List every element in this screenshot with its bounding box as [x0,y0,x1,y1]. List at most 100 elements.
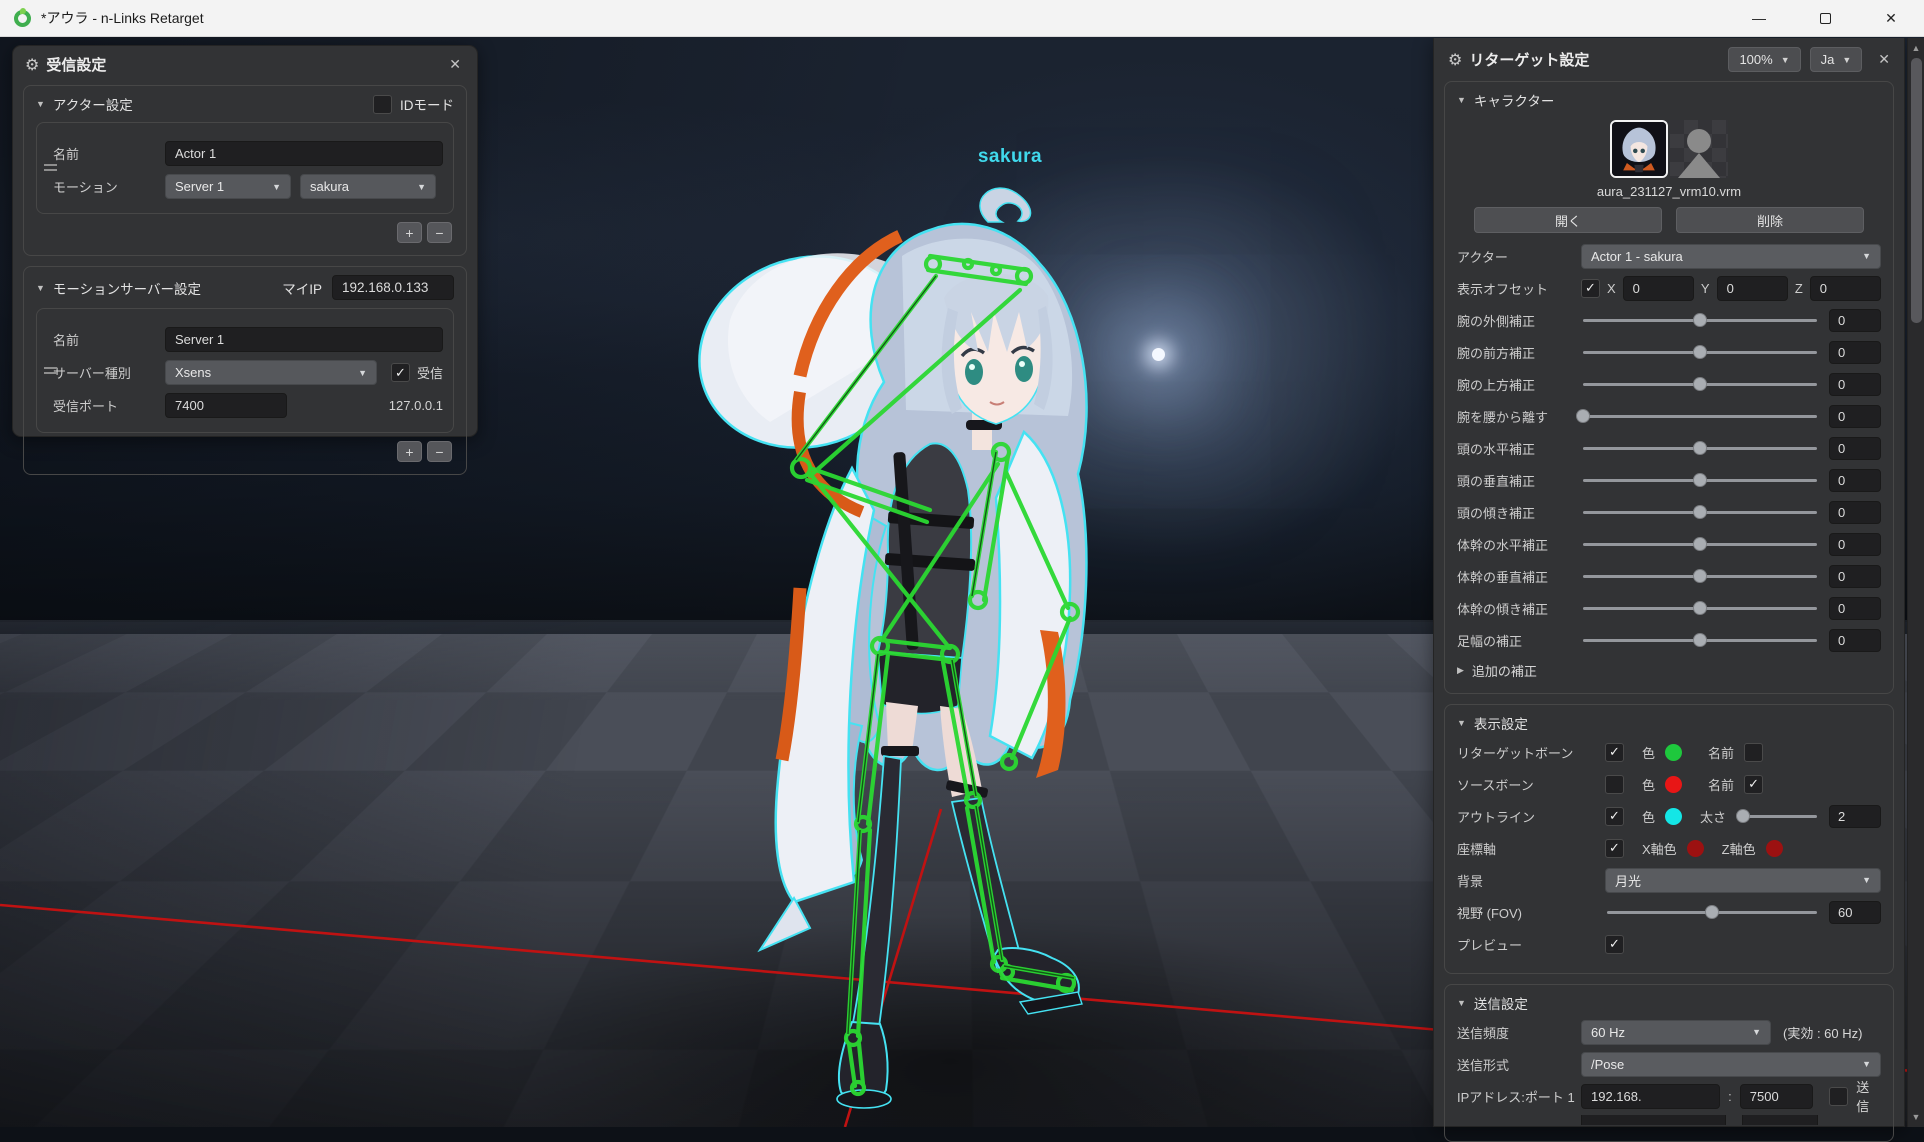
slider-handle[interactable] [1693,377,1707,391]
character-thumbnail-selected[interactable] [1610,120,1668,178]
slider-handle[interactable] [1693,633,1707,647]
port-input[interactable]: 7500 [1740,1084,1813,1109]
slider-value[interactable]: 0 [1829,501,1881,524]
scroll-down-icon[interactable]: ▼ [1912,1107,1921,1127]
slider-handle[interactable] [1693,537,1707,551]
collapse-icon[interactable]: ▼ [36,99,45,109]
minimize-button[interactable]: — [1726,0,1792,36]
collapse-icon[interactable]: ▼ [1457,95,1466,105]
source-bone-color-swatch[interactable] [1665,776,1682,793]
slider-handle[interactable] [1693,313,1707,327]
my-ip-input[interactable]: 192.168.0.133 [332,275,454,300]
fov-value[interactable]: 60 [1829,901,1881,924]
fov-slider[interactable] [1605,901,1819,923]
slider-handle[interactable] [1693,569,1707,583]
collapse-icon[interactable]: ▼ [36,283,45,293]
outline-thickness-value[interactable]: 2 [1829,805,1881,828]
background-dropdown[interactable]: 月光 ▼ [1605,868,1881,893]
zoom-dropdown[interactable]: 100%▼ [1728,47,1800,72]
open-button[interactable]: 開く [1474,207,1662,233]
send-checkbox[interactable] [1829,1087,1848,1106]
send-format-dropdown[interactable]: /Pose ▼ [1581,1052,1881,1077]
receive-panel-close-icon[interactable]: ✕ [445,56,465,73]
id-mode-checkbox[interactable] [373,95,392,114]
retarget-bone-color-swatch[interactable] [1665,744,1682,761]
server-name-input[interactable]: Server 1 [165,327,443,352]
correction-slider[interactable] [1581,309,1819,331]
z-axis-color-swatch[interactable] [1766,840,1783,857]
character-thumbnail-empty[interactable] [1670,120,1728,178]
slider-value[interactable]: 0 [1829,405,1881,428]
collapse-icon[interactable]: ▼ [1457,998,1466,1008]
remove-actor-button[interactable]: − [427,222,452,243]
add-actor-button[interactable]: + [397,222,422,243]
retarget-panel-close-icon[interactable]: ✕ [1874,51,1894,68]
outline-color-swatch[interactable] [1665,808,1682,825]
preview-checkbox[interactable]: ✓ [1605,935,1624,954]
slider-value[interactable]: 0 [1829,309,1881,332]
slider-value[interactable]: 0 [1829,341,1881,364]
axes-checkbox[interactable]: ✓ [1605,839,1624,858]
slider-value[interactable]: 0 [1829,373,1881,396]
motion-actor-dropdown[interactable]: sakura ▼ [300,174,436,199]
slider-value[interactable]: 0 [1829,437,1881,460]
slider-handle[interactable] [1576,409,1590,423]
panel-scrollbar[interactable]: ▲ ▼ [1907,38,1924,1127]
retarget-bone-checkbox[interactable]: ✓ [1605,743,1624,762]
delete-button[interactable]: 削除 [1676,207,1864,233]
slider-value[interactable]: 0 [1829,597,1881,620]
slider-value[interactable]: 0 [1829,533,1881,556]
maximize-button[interactable] [1792,0,1858,36]
slider-handle[interactable] [1693,345,1707,359]
receive-checkbox[interactable]: ✓ [391,363,410,382]
slider-value[interactable]: 0 [1829,565,1881,588]
slider-value[interactable]: 0 [1829,469,1881,492]
actor-name-input[interactable]: Actor 1 [165,141,443,166]
slider-handle[interactable] [1693,601,1707,615]
correction-slider[interactable] [1581,629,1819,651]
correction-slider[interactable] [1581,437,1819,459]
offset-y-input[interactable]: 0 [1717,276,1788,301]
scroll-up-icon[interactable]: ▲ [1912,38,1921,58]
ip-address-input[interactable]: 192.168. [1581,1084,1720,1109]
correction-slider[interactable] [1581,501,1819,523]
correction-slider[interactable] [1581,597,1819,619]
source-bone-checkbox[interactable] [1605,775,1624,794]
id-mode-label: IDモード [400,94,454,114]
slider-handle[interactable] [1693,505,1707,519]
outline-thickness-slider[interactable] [1736,805,1819,827]
outline-checkbox[interactable]: ✓ [1605,807,1624,826]
correction-slider[interactable] [1581,405,1819,427]
remove-server-button[interactable]: − [427,441,452,462]
ip-address-input-2[interactable] [1581,1115,1726,1125]
correction-slider[interactable] [1581,533,1819,555]
send-frequency-dropdown[interactable]: 60 Hz ▼ [1581,1020,1771,1045]
port-input-2[interactable] [1742,1115,1818,1125]
slider-handle[interactable] [1693,473,1707,487]
x-axis-color-swatch[interactable] [1687,840,1704,857]
collapse-icon[interactable]: ▼ [1457,718,1466,728]
drag-handle-icon[interactable] [44,367,57,375]
close-button[interactable]: ✕ [1858,0,1924,36]
slider-value[interactable]: 0 [1829,629,1881,652]
character-model[interactable] [600,160,1100,1120]
motion-server-dropdown[interactable]: Server 1 ▼ [165,174,291,199]
collapse-icon[interactable]: ▶ [1457,665,1464,676]
slider-handle[interactable] [1693,441,1707,455]
drag-handle-icon[interactable] [44,164,57,172]
actor-select-dropdown[interactable]: Actor 1 - sakura ▼ [1581,244,1881,269]
correction-slider[interactable] [1581,469,1819,491]
retarget-bone-name-checkbox[interactable] [1744,743,1763,762]
offset-z-input[interactable]: 0 [1810,276,1881,301]
scrollbar-thumb[interactable] [1911,58,1922,323]
offset-x-input[interactable]: 0 [1623,276,1694,301]
add-server-button[interactable]: + [397,441,422,462]
display-offset-checkbox[interactable]: ✓ [1581,279,1600,298]
server-type-dropdown[interactable]: Xsens ▼ [165,360,377,385]
correction-slider[interactable] [1581,565,1819,587]
source-bone-name-checkbox[interactable]: ✓ [1744,775,1763,794]
receive-port-input[interactable]: 7400 [165,393,287,418]
correction-slider[interactable] [1581,373,1819,395]
language-dropdown[interactable]: Ja▼ [1810,47,1863,72]
correction-slider[interactable] [1581,341,1819,363]
